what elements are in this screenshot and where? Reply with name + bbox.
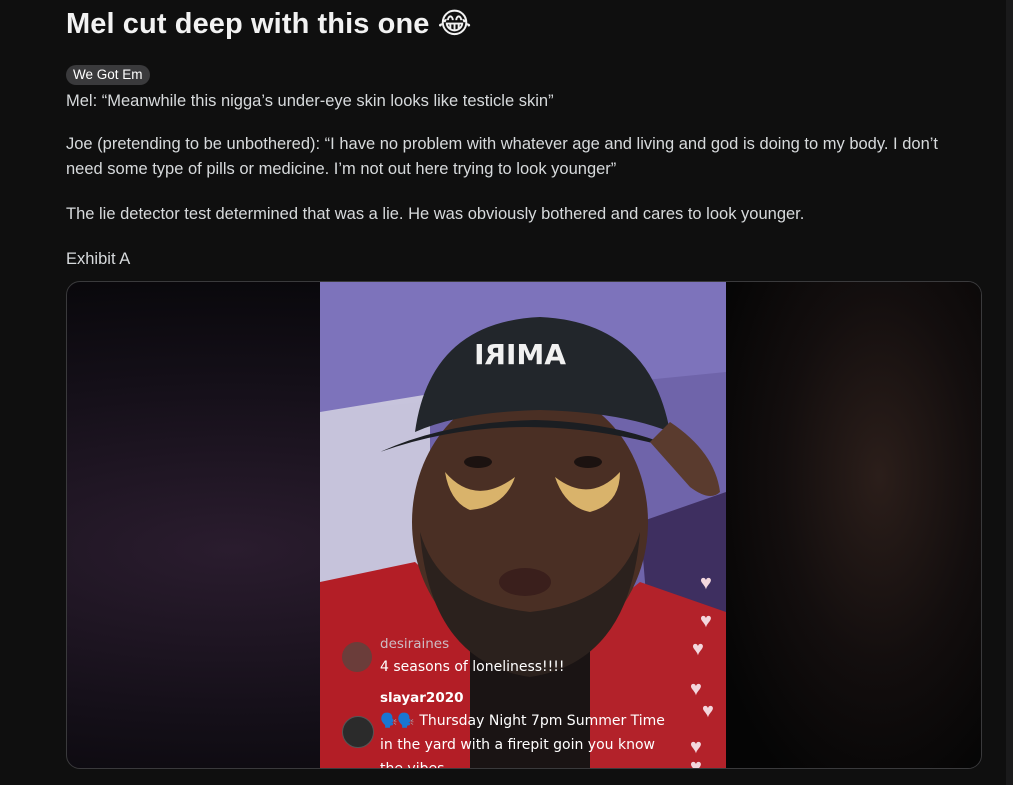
scrollbar[interactable] [1006,0,1013,785]
video-player[interactable]: AMIRI desiraines 4 seasons of loneliness… [320,282,726,768]
post-title[interactable]: Mel cut deep with this one 😂 [66,6,472,41]
avatar [342,716,374,748]
heart-icon: ♥ [692,638,704,660]
heart-icon: ♥ [690,756,702,768]
comment-username: slayar2020 [380,690,464,706]
comment-text: 4 seasons of loneliness!!!! [380,659,565,675]
media-blur-background [726,282,981,768]
avatar [342,642,372,672]
cap-logo-text: AMIRI [474,338,566,371]
reaction-hearts: ♥ ♥ ♥ ♥ ♥ ♥ ♥ [680,567,720,768]
post-body-paragraph: Mel: “Meanwhile this nigga’s under-eye s… [66,92,554,110]
post-flair[interactable]: We Got Em [66,65,150,85]
comment-username: desiraines [380,636,450,652]
comment-text: 🗣️🗣️ Thursday Night 7pm Summer Time in t… [380,713,665,768]
heart-icon: ♥ [690,678,702,700]
post-body-paragraph: Joe (pretending to be unbothered): “I ha… [66,135,938,178]
post-body-paragraph: Exhibit A [66,250,131,268]
heart-icon: ♥ [702,700,714,722]
heart-icon: ♥ [700,610,712,632]
heart-icon: ♥ [690,736,702,758]
heart-icon: ♥ [700,572,712,594]
post-body-paragraph: The lie detector test determined that wa… [66,205,805,223]
media-container[interactable]: AMIRI desiraines 4 seasons of loneliness… [66,281,982,769]
